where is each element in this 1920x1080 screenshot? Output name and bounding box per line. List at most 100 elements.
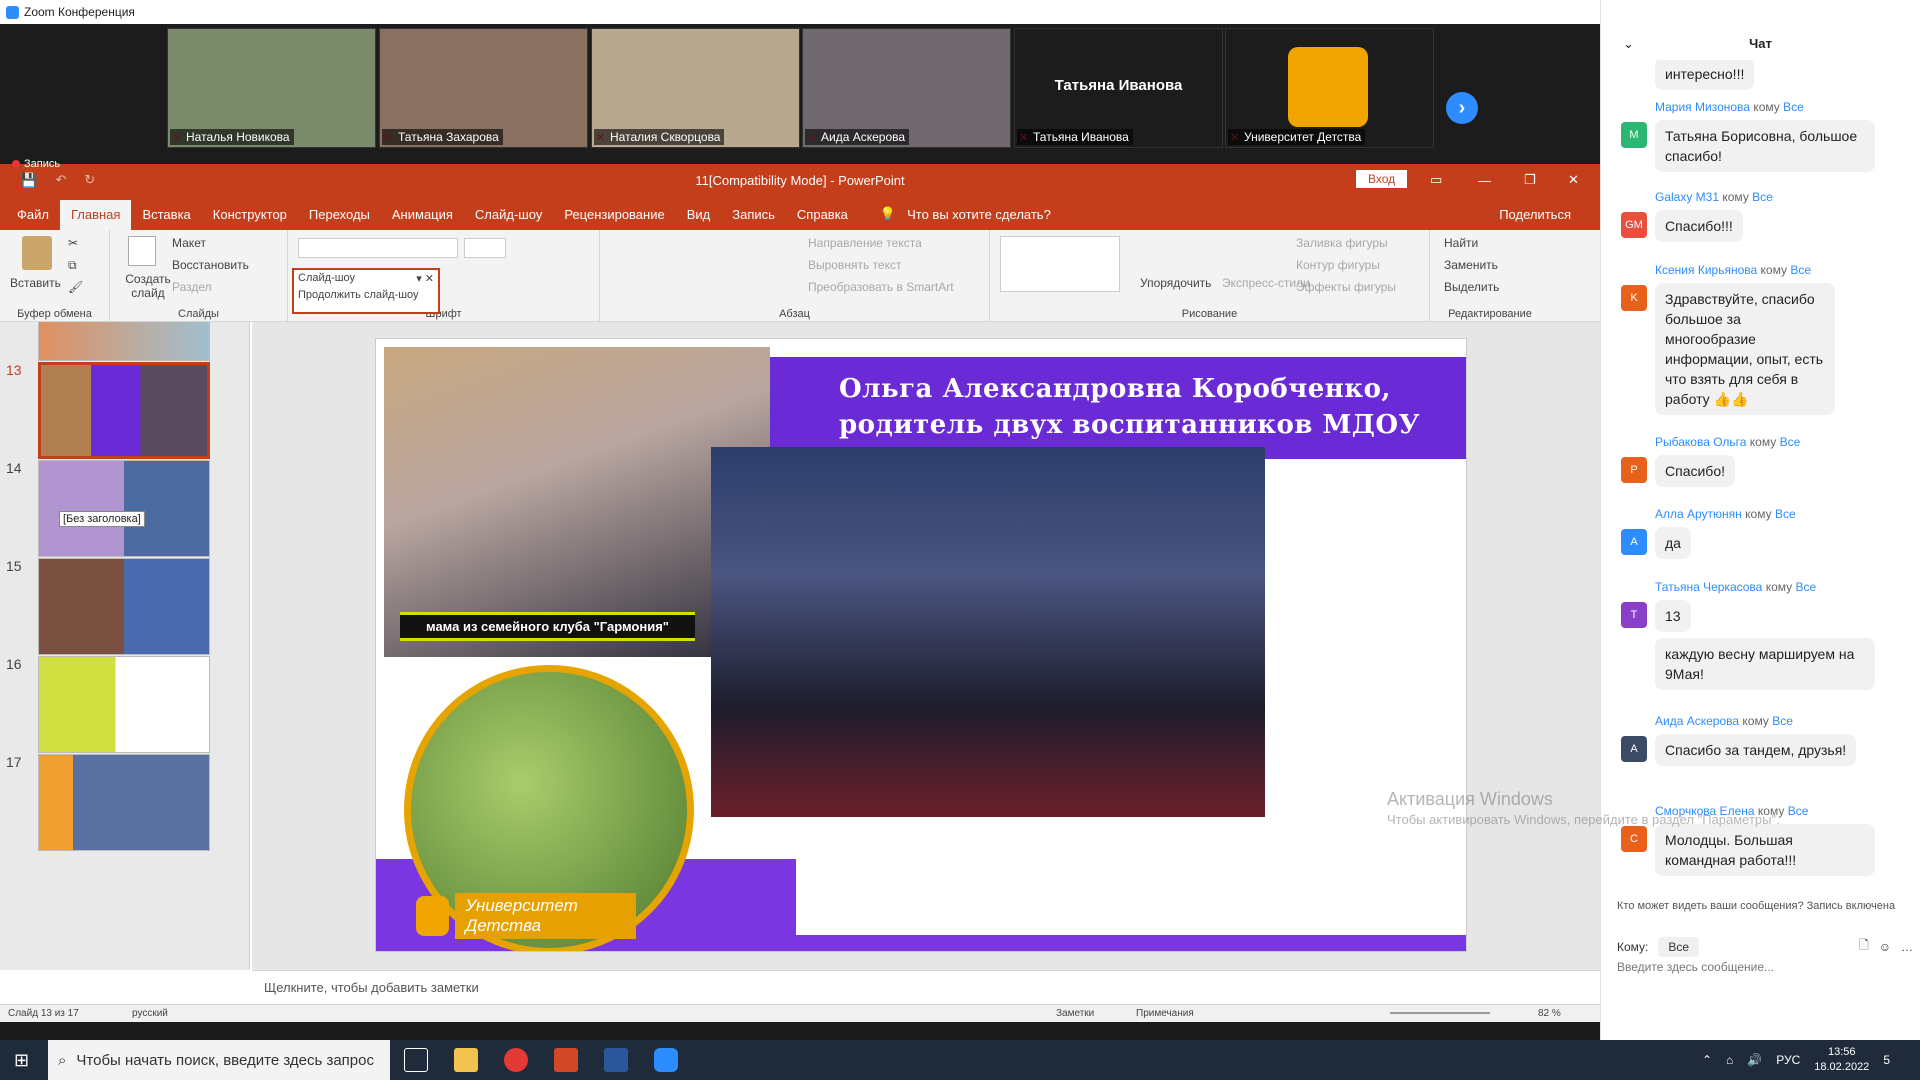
login-button[interactable]: Вход — [1356, 170, 1408, 188]
participant-tile[interactable]: ✕ Наталия Скворцова — [591, 28, 800, 148]
paste-button[interactable]: Вставить — [10, 276, 61, 290]
slide-number: 15 — [6, 558, 22, 574]
chat-message: Мария Мизонова кому Все M Татьяна Борисо… — [1621, 100, 1901, 172]
tell-me-search[interactable]: Что вы хотите сделать? — [907, 200, 1062, 230]
clock[interactable]: 13:56 18.02.2022 — [1814, 1045, 1869, 1075]
yandex-browser-icon[interactable] — [504, 1048, 528, 1072]
chat-target: Все — [1790, 263, 1811, 277]
slide-thumbnail-selected[interactable] — [38, 362, 210, 459]
ppt-minimize-icon[interactable]: — — [1478, 173, 1491, 188]
ppt-restore-icon[interactable]: ❐ — [1524, 172, 1536, 188]
more-icon[interactable]: … — [1901, 940, 1913, 954]
network-icon[interactable]: ⌂ — [1726, 1053, 1733, 1067]
copy-icon[interactable]: ⧉ — [68, 258, 77, 273]
chat-message-text: Спасибо!!! — [1655, 210, 1743, 242]
find-button[interactable]: Найти — [1444, 236, 1478, 250]
file-icon[interactable]: 🗋 — [1859, 936, 1869, 957]
shape-outline-button[interactable]: Контур фигуры — [1296, 258, 1380, 272]
format-painter-icon[interactable]: 🖌 — [68, 280, 83, 294]
chat-to: кому — [1760, 263, 1787, 277]
chat-sender: Алла Арутюнян — [1655, 507, 1742, 521]
slide-thumbnail[interactable] — [38, 754, 210, 851]
keyboard-language[interactable]: РУС — [1776, 1053, 1800, 1067]
tab-record[interactable]: Запись — [721, 200, 786, 230]
zoom-slider[interactable] — [1390, 1012, 1490, 1014]
ribbon-display-icon[interactable]: ▭ — [1430, 172, 1442, 188]
chat-sender: Татьяна Черкасова — [1655, 580, 1763, 594]
replace-button[interactable]: Заменить — [1444, 258, 1498, 272]
participant-tile[interactable]: ✕ Университет Детства — [1225, 28, 1434, 148]
shape-effects-button[interactable]: Эффекты фигуры — [1296, 280, 1396, 294]
tab-animations[interactable]: Анимация — [381, 200, 464, 230]
language-indicator[interactable]: русский — [132, 1008, 168, 1019]
participant-tile[interactable]: ✕ Наталья Новикова — [167, 28, 376, 148]
slide-counter: Слайд 13 из 17 — [8, 1008, 79, 1019]
font-size-box[interactable] — [464, 238, 506, 258]
chat-recipient-select[interactable]: Все — [1658, 936, 1700, 957]
text-direction-button[interactable]: Направление текста — [808, 236, 922, 250]
zoom-icon — [6, 5, 19, 19]
cut-icon[interactable]: ✂ — [68, 236, 78, 250]
file-explorer-icon[interactable] — [454, 1048, 478, 1072]
avatar: T — [1621, 602, 1647, 628]
align-text-button[interactable]: Выровнять текст — [808, 258, 901, 272]
ppt-close-icon[interactable]: ✕ — [1568, 172, 1579, 188]
arrange-button[interactable]: Упорядочить — [1140, 276, 1211, 290]
chat-message: Алла Арутюнян кому Все A да — [1621, 507, 1901, 559]
tab-insert[interactable]: Вставка — [131, 200, 201, 230]
select-button[interactable]: Выделить — [1444, 280, 1499, 294]
participant-tile[interactable]: Татьяна Иванова ✕ Татьяна Иванова — [1014, 28, 1223, 148]
font-name-box[interactable] — [298, 238, 458, 258]
emoji-icon[interactable]: ☺ — [1879, 940, 1891, 954]
chat-input[interactable]: Введите здесь сообщение... — [1617, 960, 1774, 974]
continue-slideshow-item[interactable]: Продолжить слайд-шоу — [298, 289, 434, 301]
notes-pane[interactable]: Щелкните, чтобы добавить заметки — [252, 970, 1600, 1004]
notification-count[interactable]: 5 — [1883, 1053, 1890, 1067]
shapes-gallery[interactable] — [1000, 236, 1120, 292]
new-slide-button[interactable]: Создать слайд — [120, 272, 176, 300]
participant-tile[interactable]: ✕ Аида Аскерова — [802, 28, 1011, 148]
next-page-button[interactable]: › — [1446, 92, 1478, 124]
slides-label: Слайды — [178, 308, 219, 320]
photo-group[interactable] — [711, 447, 1265, 817]
tab-review[interactable]: Рецензирование — [553, 200, 675, 230]
powerpoint-icon[interactable] — [554, 1048, 578, 1072]
smartart-button[interactable]: Преобразовать в SmartArt — [808, 280, 954, 294]
zoom-taskbar-icon[interactable] — [654, 1048, 678, 1072]
chat-visibility-notice[interactable]: Кто может видеть ваши сообщения? Запись … — [1617, 900, 1917, 912]
chat-to: кому — [1722, 190, 1749, 204]
tab-home[interactable]: Главная — [59, 200, 132, 230]
slideshow-dropdown[interactable]: Слайд-шоу ▾ ✕ Продолжить слайд-шоу — [292, 268, 440, 314]
slide-thumbnail[interactable] — [38, 322, 210, 361]
taskbar-search[interactable]: ⌕ Чтобы начать поиск, введите здесь запр… — [48, 1040, 390, 1080]
word-icon[interactable] — [604, 1048, 628, 1072]
participant-tile[interactable]: ✕ Татьяна Захарова — [379, 28, 588, 148]
layout-button[interactable]: Макет — [172, 236, 206, 250]
tab-design[interactable]: Конструктор — [202, 200, 298, 230]
reset-button[interactable]: Восстановить — [172, 258, 249, 272]
tab-transitions[interactable]: Переходы — [298, 200, 381, 230]
task-view-icon[interactable] — [404, 1048, 428, 1072]
tab-help[interactable]: Справка — [786, 200, 859, 230]
tab-view[interactable]: Вид — [676, 200, 722, 230]
slide-thumbnail[interactable]: [Без заголовка] — [38, 460, 210, 557]
tab-slideshow[interactable]: Слайд-шоу — [464, 200, 553, 230]
shape-fill-button[interactable]: Заливка фигуры — [1296, 236, 1388, 250]
slide-canvas[interactable]: Ольга Александровна Коробченко, родитель… — [375, 338, 1467, 952]
slide-title-box[interactable]: Ольга Александровна Коробченко, родитель… — [769, 357, 1466, 459]
zoom-title-bar: Zoom Конференция — [0, 0, 1600, 24]
slide-thumbnail[interactable] — [38, 558, 210, 655]
chevron-up-icon[interactable]: ⌃ — [1702, 1053, 1712, 1067]
share-button[interactable]: Поделиться — [1488, 200, 1582, 230]
search-icon: ⌕ — [58, 1051, 67, 1069]
zoom-level[interactable]: 82 % — [1538, 1008, 1561, 1019]
notes-button[interactable]: Заметки — [1056, 1008, 1094, 1019]
tab-file[interactable]: Файл — [6, 200, 60, 230]
comments-button[interactable]: Примечания — [1136, 1008, 1194, 1019]
volume-icon[interactable]: 🔊 — [1747, 1053, 1762, 1067]
section-button[interactable]: Раздел — [172, 280, 212, 294]
participant-center-name: Татьяна Иванова — [1054, 77, 1183, 94]
close-icon[interactable]: ▾ ✕ — [416, 272, 434, 285]
slide-thumbnail[interactable] — [38, 656, 210, 753]
windows-start-icon[interactable]: ⊞ — [14, 1050, 29, 1071]
